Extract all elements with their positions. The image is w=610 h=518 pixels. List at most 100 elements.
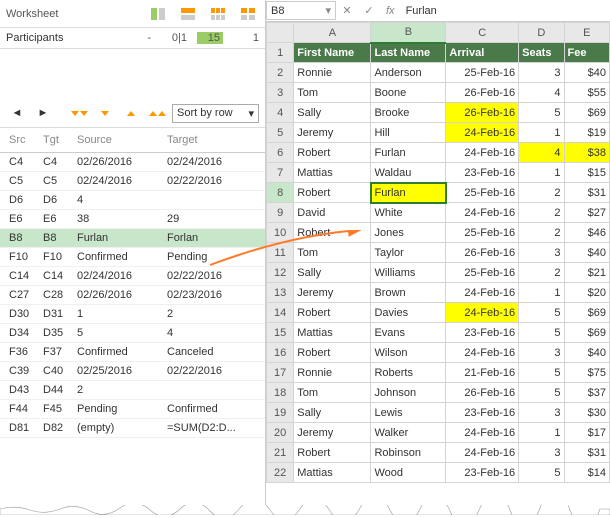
cell[interactable]: 24-Feb-16 (446, 303, 519, 323)
cell[interactable]: Mattias (294, 163, 371, 183)
cell[interactable]: 25-Feb-16 (446, 223, 519, 243)
diff-row[interactable]: F44F45PendingConfirmed (0, 400, 265, 419)
cell[interactable]: $14 (564, 463, 609, 483)
diff-row[interactable]: C14C1402/24/201602/22/2016 (0, 267, 265, 286)
cell[interactable]: Furlan (371, 143, 446, 163)
spreadsheet-grid[interactable]: ABCDE1First NameLast NameArrivalSeatsFee… (266, 22, 610, 483)
cell[interactable]: Robert (294, 223, 371, 243)
cell[interactable]: 5 (519, 103, 564, 123)
cell[interactable]: Wilson (371, 343, 446, 363)
cell[interactable]: $31 (564, 443, 609, 463)
layout-btn-4[interactable] (237, 4, 259, 24)
cell[interactable]: David (294, 203, 371, 223)
col-header[interactable]: D (519, 23, 564, 43)
cell[interactable]: $40 (564, 243, 609, 263)
cell[interactable]: 3 (519, 443, 564, 463)
row-header[interactable]: 8 (267, 183, 294, 203)
row-header[interactable]: 3 (267, 83, 294, 103)
cell[interactable]: 3 (519, 243, 564, 263)
cell[interactable]: 5 (519, 463, 564, 483)
cell[interactable]: 2 (519, 203, 564, 223)
cell[interactable]: 4 (519, 143, 564, 163)
cell[interactable]: Davies (371, 303, 446, 323)
cell[interactable]: Boone (371, 83, 446, 103)
cell[interactable]: 25-Feb-16 (446, 63, 519, 83)
cell[interactable]: 26-Feb-16 (446, 103, 519, 123)
cell[interactable]: Tom (294, 83, 371, 103)
row-header[interactable]: 15 (267, 323, 294, 343)
cell[interactable]: $40 (564, 63, 609, 83)
cell[interactable]: Mattias (294, 463, 371, 483)
sort-dropdown[interactable]: Sort by row ▾ (172, 104, 259, 123)
cell[interactable]: 2 (519, 263, 564, 283)
col-header[interactable]: C (446, 23, 519, 43)
cell[interactable]: Williams (371, 263, 446, 283)
cell[interactable]: $69 (564, 303, 609, 323)
row-header[interactable]: 14 (267, 303, 294, 323)
cell[interactable]: $69 (564, 103, 609, 123)
cell[interactable]: $46 (564, 223, 609, 243)
row-header[interactable]: 16 (267, 343, 294, 363)
row-header[interactable]: 20 (267, 423, 294, 443)
cell[interactable]: 23-Feb-16 (446, 403, 519, 423)
jump-first-icon[interactable] (68, 103, 90, 123)
cell[interactable]: $19 (564, 123, 609, 143)
col-header[interactable]: A (294, 23, 371, 43)
cell[interactable]: Tom (294, 383, 371, 403)
row-header[interactable]: 11 (267, 243, 294, 263)
cell[interactable]: $27 (564, 203, 609, 223)
diff-row[interactable]: E6E63829 (0, 210, 265, 229)
select-all[interactable] (267, 23, 294, 43)
cell[interactable]: $15 (564, 163, 609, 183)
cell[interactable]: 5 (519, 303, 564, 323)
cell[interactable]: $37 (564, 383, 609, 403)
col-header[interactable]: B (371, 23, 446, 43)
col-header[interactable]: E (564, 23, 609, 43)
cell[interactable]: Taylor (371, 243, 446, 263)
diff-row[interactable]: D43D442 (0, 381, 265, 400)
cell[interactable]: 26-Feb-16 (446, 383, 519, 403)
cell[interactable]: 4 (519, 83, 564, 103)
cell[interactable]: Tom (294, 243, 371, 263)
cell[interactable]: 25-Feb-16 (446, 263, 519, 283)
cell[interactable]: 23-Feb-16 (446, 463, 519, 483)
cell[interactable]: Roberts (371, 363, 446, 383)
row-header[interactable]: 2 (267, 63, 294, 83)
cell[interactable]: Sally (294, 263, 371, 283)
cell[interactable]: Ronnie (294, 63, 371, 83)
cell[interactable]: $55 (564, 83, 609, 103)
cell[interactable]: Ronnie (294, 363, 371, 383)
row-header[interactable]: 9 (267, 203, 294, 223)
diff-row[interactable]: B8B8FurlanForlan (0, 229, 265, 248)
accept-icon[interactable]: ✓ (358, 4, 380, 17)
cell[interactable]: 1 (519, 283, 564, 303)
row-header[interactable]: 4 (267, 103, 294, 123)
cell[interactable]: Mattias (294, 323, 371, 343)
cell[interactable]: $38 (564, 143, 609, 163)
cell[interactable]: 23-Feb-16 (446, 323, 519, 343)
row-header[interactable]: 5 (267, 123, 294, 143)
cell[interactable]: 5 (519, 363, 564, 383)
formula-bar[interactable]: Furlan (401, 5, 442, 17)
diff-row[interactable]: D6D64 (0, 191, 265, 210)
cell[interactable]: Jeremy (294, 423, 371, 443)
diff-row[interactable]: C4C402/26/201602/24/2016 (0, 153, 265, 172)
jump-prev-icon[interactable] (94, 103, 116, 123)
cell[interactable]: 1 (519, 423, 564, 443)
cell[interactable]: Hill (371, 123, 446, 143)
cell[interactable]: Waldau (371, 163, 446, 183)
cell[interactable]: 23-Feb-16 (446, 163, 519, 183)
cell[interactable]: Walker (371, 423, 446, 443)
nav-next-icon[interactable]: ► (32, 103, 54, 123)
jump-next-icon[interactable] (120, 103, 142, 123)
cell[interactable]: Anderson (371, 63, 446, 83)
row-header[interactable]: 1 (267, 43, 294, 63)
cell[interactable]: $40 (564, 343, 609, 363)
row-header[interactable]: 19 (267, 403, 294, 423)
cell[interactable]: Robert (294, 143, 371, 163)
cell[interactable]: $75 (564, 363, 609, 383)
cell[interactable]: Jeremy (294, 123, 371, 143)
cell[interactable]: 24-Feb-16 (446, 203, 519, 223)
cell[interactable]: 24-Feb-16 (446, 143, 519, 163)
nav-prev-icon[interactable]: ◄ (6, 103, 28, 123)
